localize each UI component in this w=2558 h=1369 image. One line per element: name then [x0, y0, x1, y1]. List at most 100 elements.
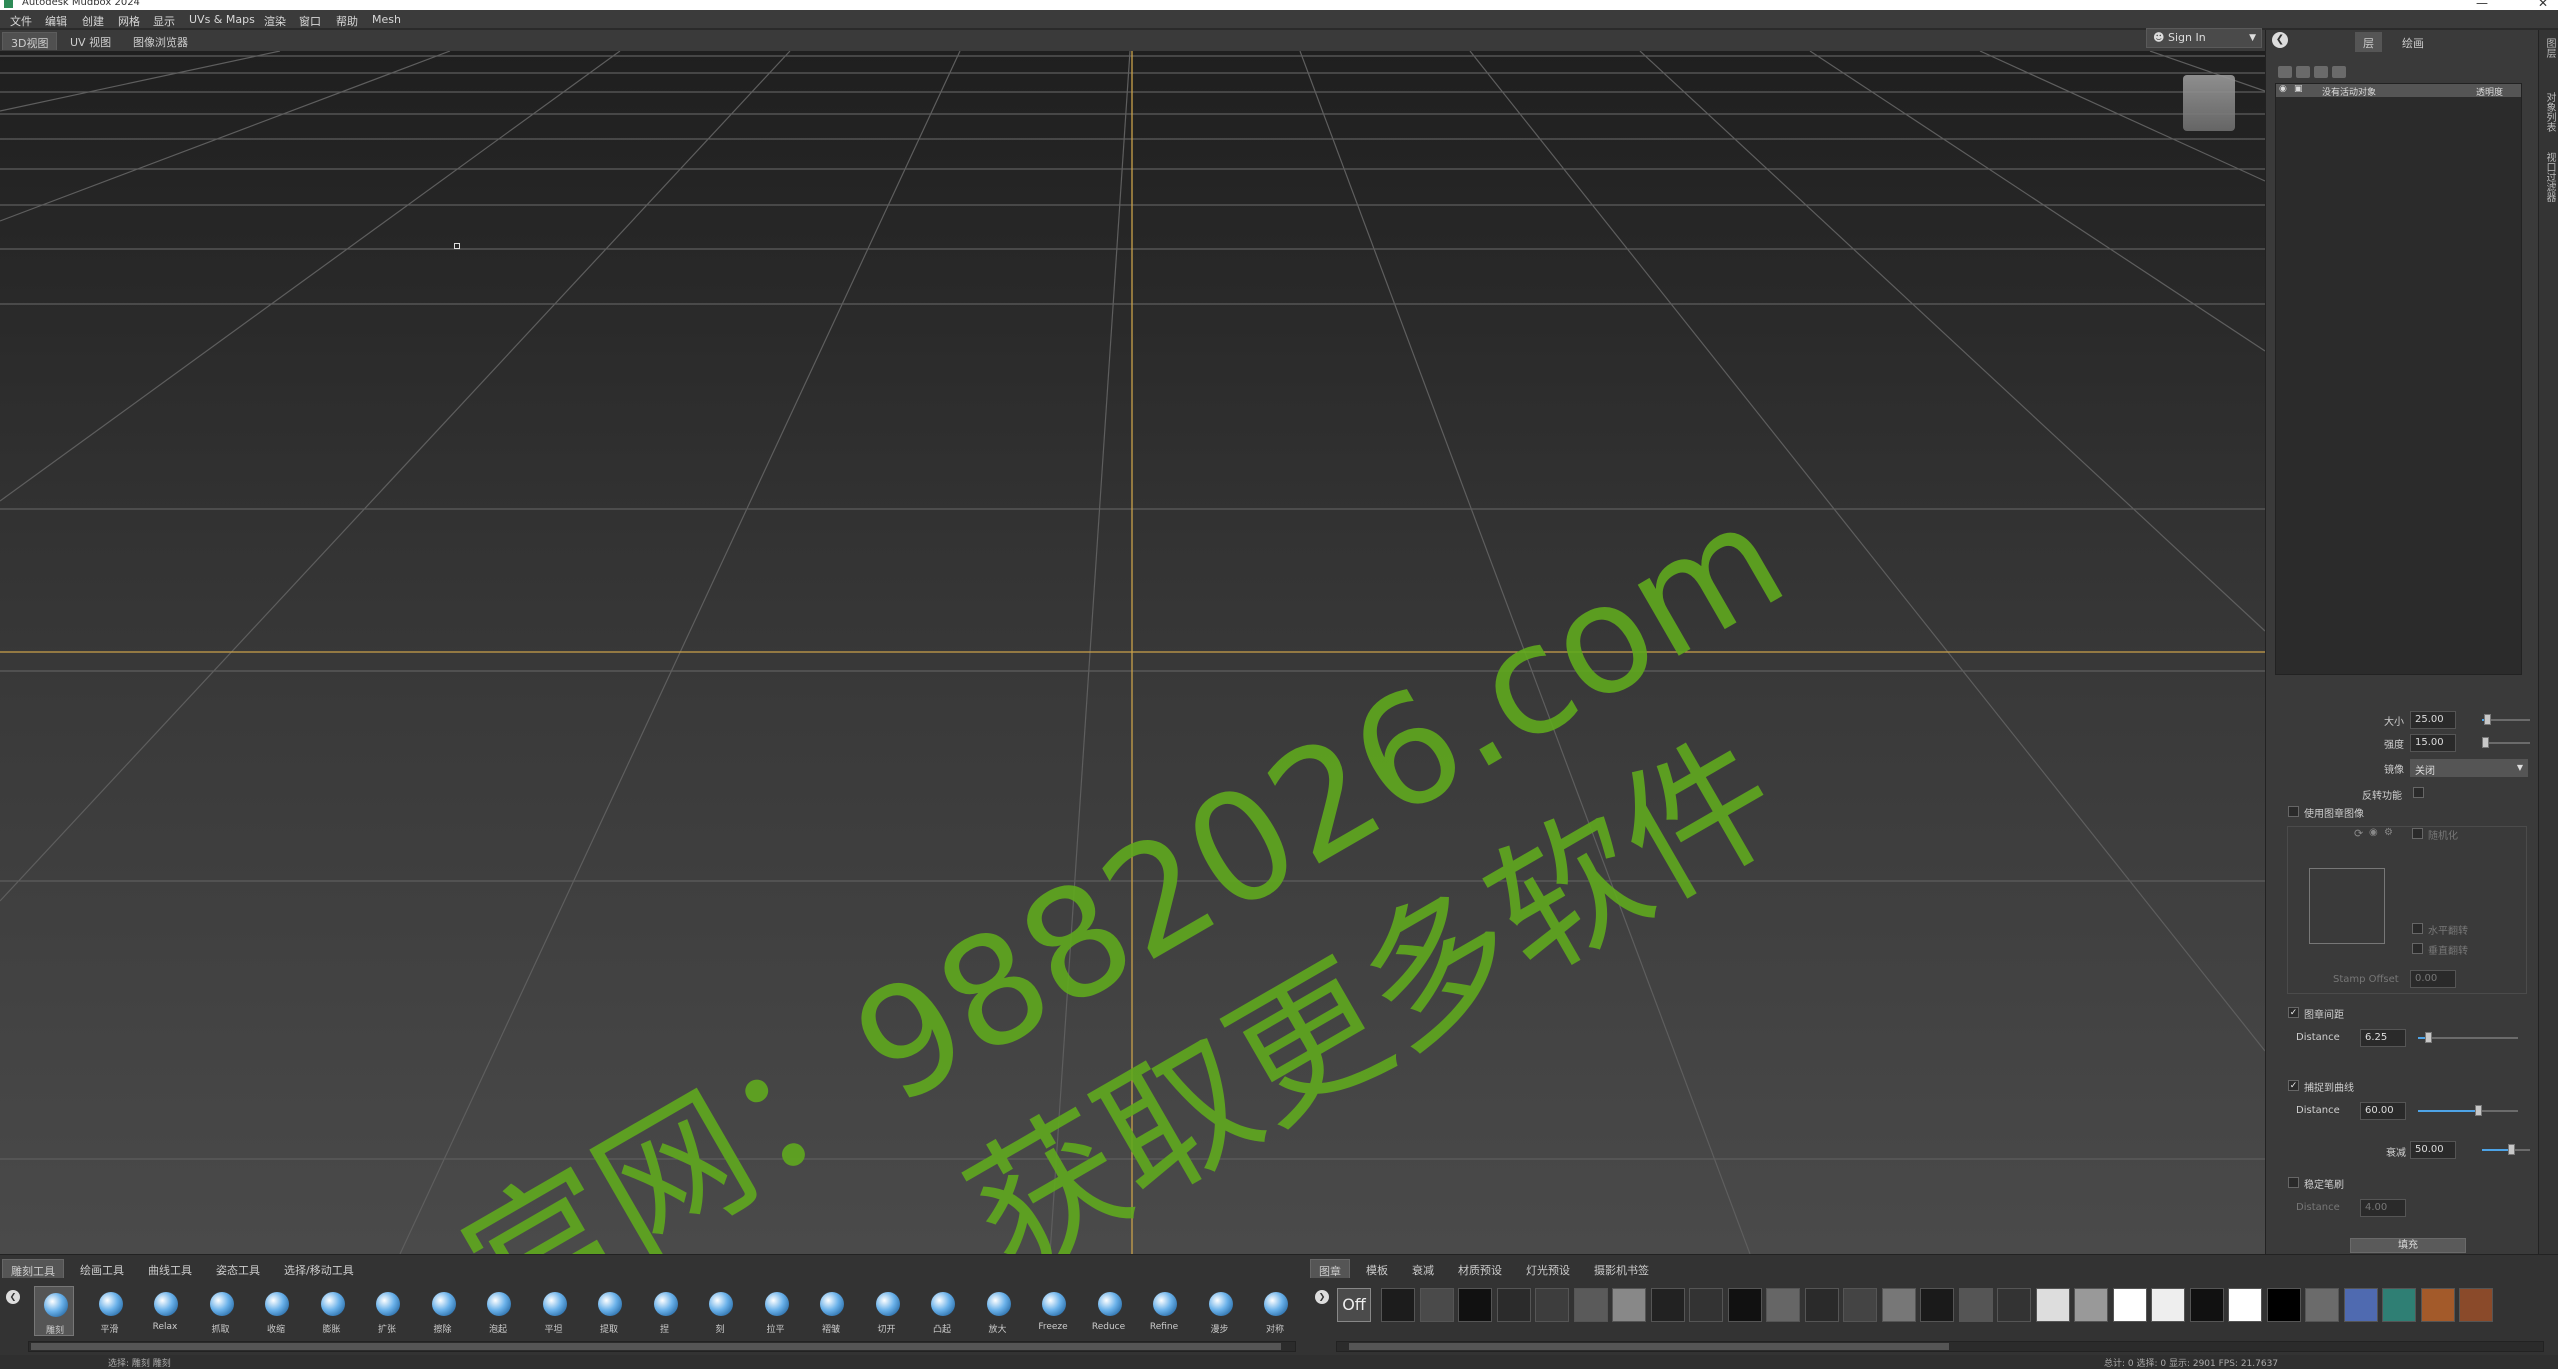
stamp-thumbnail[interactable] — [2112, 1288, 2147, 1322]
folder-icon[interactable] — [2296, 66, 2310, 78]
menu-window[interactable]: 窗口 — [299, 13, 321, 29]
tab-material-presets[interactable]: 材质预设 — [1450, 1259, 1510, 1278]
stamp-thumbnail[interactable] — [1458, 1288, 1492, 1322]
falloff-field[interactable]: 50.00 — [2410, 1141, 2456, 1159]
close-button[interactable]: ✕ — [2538, 0, 2548, 9]
stamp-thumbnail[interactable] — [2151, 1288, 2185, 1322]
eye-icon[interactable]: ◉ — [2369, 827, 2378, 838]
stamp-thumbnail[interactable] — [1804, 1288, 1839, 1322]
stamp-thumbnail[interactable] — [2266, 1288, 2301, 1322]
tab-pose-tools[interactable]: 姿态工具 — [208, 1259, 268, 1278]
collapse-panel-icon[interactable]: ❮ — [2272, 32, 2288, 48]
side-tab-viewport-filters[interactable]: 视口过滤器 — [2542, 152, 2557, 202]
menu-display[interactable]: 显示 — [153, 13, 175, 29]
stamp-thumbnail[interactable] — [2382, 1288, 2416, 1322]
flip-h-checkbox[interactable] — [2412, 923, 2423, 934]
stamp-thumbnail[interactable] — [1958, 1288, 1993, 1322]
stamps-scrollbar[interactable] — [1336, 1341, 2544, 1352]
tab-camera-bookmarks[interactable]: 摄影机书签 — [1586, 1259, 1657, 1278]
tab-sculpt-tools[interactable]: 雕刻工具 — [2, 1259, 64, 1278]
tool-button[interactable]: 抓取 — [201, 1286, 241, 1336]
stamp-thumbnail[interactable] — [1727, 1288, 1762, 1322]
stamp-thumbnail[interactable] — [2074, 1288, 2108, 1322]
stamp-offset-field[interactable]: 0.00 — [2410, 970, 2456, 988]
tool-button[interactable]: 提取 — [589, 1286, 629, 1336]
snap-distance-slider[interactable] — [2418, 1105, 2518, 1116]
tab-falloff[interactable]: 衰减 — [1404, 1259, 1442, 1278]
use-stamp-checkbox[interactable] — [2288, 806, 2299, 817]
tool-button[interactable]: 雕刻 — [34, 1286, 74, 1336]
side-tab-layers[interactable]: 图层 — [2542, 38, 2557, 58]
side-tab-object-list[interactable]: 对象列表 — [2542, 92, 2557, 132]
menu-mesh-extra[interactable]: Mesh — [372, 13, 401, 26]
tools-scrollbar[interactable] — [28, 1341, 1296, 1352]
menu-uvs-maps[interactable]: UVs & Maps — [189, 13, 255, 26]
strength-slider[interactable] — [2481, 737, 2530, 748]
snap-curve-checkbox[interactable]: ✓ — [2288, 1080, 2299, 1091]
tab-paint-tools[interactable]: 绘画工具 — [72, 1259, 132, 1278]
tool-button[interactable]: 捏 — [645, 1286, 685, 1336]
stamp-thumbnail[interactable] — [1535, 1288, 1569, 1322]
tab-layers[interactable]: 层 — [2355, 32, 2382, 52]
tool-button[interactable]: 刻 — [700, 1286, 740, 1336]
tab-3d-view[interactable]: 3D视图 — [2, 32, 58, 50]
tab-image-browser[interactable]: 图像浏览器 — [125, 32, 196, 50]
menu-file[interactable]: 文件 — [10, 13, 32, 29]
stamp-thumbnail[interactable] — [2305, 1288, 2339, 1322]
tool-button[interactable]: 切开 — [867, 1286, 907, 1336]
fill-button[interactable]: 填充 — [2350, 1238, 2466, 1253]
stamp-thumbnail[interactable] — [1381, 1288, 1415, 1322]
invert-checkbox[interactable] — [2413, 787, 2424, 798]
tab-stencils[interactable]: 模板 — [1358, 1259, 1396, 1278]
randomize-checkbox[interactable] — [2412, 828, 2423, 839]
delete-layer-icon[interactable] — [2314, 66, 2328, 78]
tab-select-move-tools[interactable]: 选择/移动工具 — [276, 1259, 362, 1278]
stamp-thumbnail[interactable] — [1881, 1288, 1916, 1322]
stamp-preview[interactable] — [2309, 868, 2385, 944]
tab-stamps[interactable]: 图章 — [1310, 1259, 1350, 1278]
3d-viewport[interactable]: 官网：9882026.com 获取更多软件 — [0, 51, 2265, 1254]
steady-distance-field[interactable]: 4.00 — [2360, 1199, 2406, 1217]
stamp-thumbnail[interactable] — [2228, 1288, 2262, 1322]
flip-v-checkbox[interactable] — [2412, 943, 2423, 954]
stamp-thumbnail[interactable] — [2343, 1288, 2378, 1322]
stamp-off-button[interactable]: Off — [1337, 1288, 1371, 1322]
stamp-thumbnail[interactable] — [1920, 1288, 1954, 1322]
stamp-thumbnail[interactable] — [2035, 1288, 2070, 1322]
tool-button[interactable]: 漫步 — [1200, 1286, 1240, 1336]
sign-in-dropdown[interactable]: ☻ Sign In ▼ — [2146, 28, 2262, 48]
settings-icon[interactable]: ⚙ — [2384, 827, 2393, 838]
stamps-scroll-icon[interactable]: ❯ — [1315, 1290, 1329, 1304]
tool-button[interactable]: 平滑 — [90, 1286, 130, 1336]
stamp-thumbnail[interactable] — [1612, 1288, 1646, 1322]
tool-button[interactable]: Reduce — [1089, 1286, 1129, 1336]
stamp-thumbnail[interactable] — [1496, 1288, 1531, 1322]
tab-uv-view[interactable]: UV 视图 — [62, 32, 119, 50]
tool-button[interactable]: Relax — [145, 1286, 185, 1336]
minimize-button[interactable]: — — [2476, 0, 2488, 9]
tool-button[interactable]: 扩张 — [367, 1286, 407, 1336]
tool-button[interactable]: 膨胀 — [312, 1286, 352, 1336]
view-cube[interactable] — [2183, 75, 2235, 131]
stamp-spacing-slider[interactable] — [2418, 1032, 2518, 1043]
stamp-thumbnail[interactable] — [1689, 1288, 1723, 1322]
stamp-thumbnail[interactable] — [1650, 1288, 1685, 1322]
lock-icon[interactable]: ▣ — [2294, 84, 2303, 94]
stamp-thumbnail[interactable] — [1419, 1288, 1454, 1322]
tool-button[interactable]: 擦除 — [423, 1286, 463, 1336]
tab-paint[interactable]: 绘画 — [2394, 32, 2432, 52]
menu-render[interactable]: 渲染 — [264, 13, 286, 29]
tab-light-presets[interactable]: 灯光预设 — [1518, 1259, 1578, 1278]
tool-button[interactable]: 放大 — [978, 1286, 1018, 1336]
stamp-thumbnail[interactable] — [1843, 1288, 1877, 1322]
new-layer-icon[interactable] — [2278, 66, 2292, 78]
tool-button[interactable]: 对称 — [1255, 1286, 1295, 1336]
tool-button[interactable]: 凸起 — [922, 1286, 962, 1336]
stamp-thumbnail[interactable] — [1573, 1288, 1608, 1322]
size-slider[interactable] — [2482, 714, 2530, 725]
stamp-thumbnail[interactable] — [2420, 1288, 2455, 1322]
size-field[interactable]: 25.00 — [2410, 711, 2456, 729]
rotate-icon[interactable]: ⟳ — [2354, 827, 2363, 840]
mirror-dropdown[interactable]: 关闭 ▼ — [2410, 759, 2528, 777]
steady-stroke-checkbox[interactable] — [2288, 1177, 2299, 1188]
